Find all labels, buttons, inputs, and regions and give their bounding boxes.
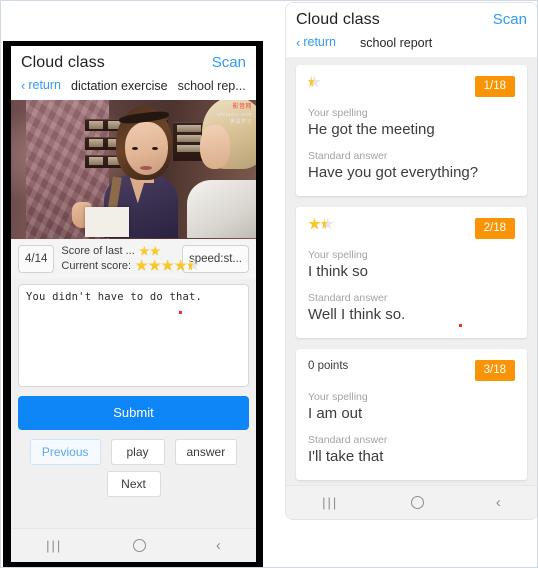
left-app-header: Cloud class Scan ‹ return dictation exer… (11, 46, 256, 100)
standard-answer-value: I'll take that (308, 447, 384, 465)
index-badge: 3/18 (474, 359, 515, 381)
video-prop-card (84, 206, 129, 237)
control-button-row-primary: Previous play answer (11, 438, 256, 465)
right-android-navbar: ||| ‹ (286, 485, 537, 519)
star-icon-filled (149, 245, 161, 257)
breadcrumb-item-school-report: school report (360, 35, 433, 50)
left-title-row: Cloud class Scan (21, 54, 246, 72)
last-score-row: Score of last ... (61, 245, 175, 257)
scan-button[interactable]: Scan (212, 54, 246, 71)
breadcrumb-item-school-report[interactable]: school rep... (178, 79, 246, 93)
left-android-navbar: ||| ‹ (11, 528, 256, 562)
your-spelling-label: Your spelling (308, 391, 368, 403)
current-score-label: Current score: (61, 259, 132, 272)
scan-button[interactable]: Scan (493, 11, 527, 28)
right-breadcrumb: ‹ return school report (296, 29, 527, 57)
right-title-row: Cloud class Scan (296, 11, 527, 29)
current-score-stars (135, 259, 200, 272)
watermark-line-3: 英语学习 (229, 119, 252, 125)
submit-button[interactable]: Submit (18, 395, 249, 430)
home-icon[interactable] (132, 539, 146, 552)
back-icon[interactable]: ‹ (496, 495, 501, 510)
your-spelling-value: I am out (308, 405, 363, 422)
watermark-line-1: 影音网 (232, 103, 252, 110)
video-player[interactable]: 影音网 wfxiaotu.com 英语学习 (11, 99, 256, 239)
video-person-secondary-body (187, 180, 256, 239)
home-icon[interactable] (410, 496, 424, 509)
standard-answer-value: Have you got everything? (308, 163, 479, 181)
page-title: Cloud class (21, 54, 105, 71)
star-icon-filled (135, 259, 148, 272)
star-icon-half (187, 259, 200, 272)
last-score-label: Score of last ... (61, 245, 135, 257)
score-details: Score of last ... Current score: (61, 245, 200, 272)
report-card-header: 2/18 (308, 217, 515, 239)
return-button[interactable]: ‹ return (21, 78, 61, 92)
last-score-stars (138, 245, 161, 257)
answer-button[interactable]: answer (174, 438, 238, 465)
chevron-left-icon: ‹ (296, 34, 301, 50)
standard-answer-label: Standard answer (308, 149, 388, 162)
star-icon-filled (308, 217, 321, 231)
previous-button[interactable]: Previous (29, 438, 101, 465)
report-card[interactable]: 1/18 Your spelling He got the meeting Stand… (296, 64, 527, 196)
cursor-marker (179, 310, 182, 314)
cursor-marker (459, 323, 462, 327)
right-phone-device: Cloud class Scan ‹ return school report … (286, 3, 537, 519)
current-score-row: Current score: (61, 259, 200, 272)
right-app-header: Cloud class Scan ‹ return school report (286, 3, 537, 57)
standard-answer-value: Well I think so. (308, 305, 406, 323)
star-icon-half (308, 75, 321, 89)
control-button-row-secondary: Next (11, 470, 256, 497)
your-spelling-label: Your spelling (308, 107, 368, 119)
star-icon-filled (148, 259, 161, 272)
your-spelling-label: Your spelling (308, 249, 368, 261)
your-spelling-value: I think so (308, 263, 369, 280)
star-icon-filled (161, 259, 174, 272)
chevron-left-icon: ‹ (21, 77, 26, 93)
left-breadcrumb: ‹ return dictation exercise school rep..… (21, 72, 246, 100)
watermark-line-2: wfxiaotu.com (216, 111, 252, 118)
return-label: return (28, 78, 61, 92)
answer-input-value: You didn't have to do that. (26, 290, 203, 303)
report-card-header: 1/18 (308, 75, 515, 97)
score-bar: 4/14 Score of last ... Current score: sp… (11, 238, 256, 279)
report-card-stars (308, 75, 321, 89)
star-icon-half (321, 217, 334, 231)
left-phone-screen: Cloud class Scan ‹ return dictation exer… (11, 46, 256, 562)
standard-answer-label: Standard answer (308, 291, 388, 304)
standard-answer-label: Standard answer (308, 433, 388, 446)
recents-icon[interactable]: ||| (322, 496, 338, 509)
recents-icon[interactable]: ||| (46, 539, 62, 552)
report-card-list[interactable]: 1/18 Your spelling He got the meeting Stand… (286, 56, 537, 485)
back-icon[interactable]: ‹ (216, 538, 221, 553)
return-label: return (303, 35, 336, 49)
left-screen-spacer (11, 497, 256, 529)
screenshot-root: Cloud class Scan ‹ return dictation exer… (0, 0, 538, 568)
breadcrumb-item-dictation[interactable]: dictation exercise (71, 79, 168, 93)
score-text: 0 points (308, 359, 349, 372)
report-card[interactable]: 2/18 Your spelling I think so Standard answ… (296, 206, 527, 338)
star-icon-filled (138, 245, 150, 257)
your-spelling-value: He got the meeting (308, 121, 435, 138)
index-badge: 2/18 (474, 217, 515, 239)
report-card-stars (308, 217, 334, 231)
left-phone-device: Cloud class Scan ‹ return dictation exer… (3, 41, 263, 567)
page-title: Cloud class (296, 11, 380, 28)
next-button[interactable]: Next (106, 470, 161, 497)
progress-indicator: 4/14 (18, 244, 55, 273)
report-card[interactable]: 0 points 3/18 Your spelling I am out Standar… (296, 348, 527, 480)
return-button[interactable]: ‹ return (296, 35, 336, 49)
index-badge: 1/18 (474, 75, 515, 97)
video-person-secondary-face (199, 124, 230, 169)
star-icon-filled (174, 259, 187, 272)
video-watermark: 影音网 wfxiaotu.com 英语学习 (217, 103, 252, 127)
play-button[interactable]: play (110, 438, 165, 465)
answer-input[interactable]: You didn't have to do that. (18, 283, 249, 387)
report-card-header: 0 points 3/18 (308, 359, 515, 381)
